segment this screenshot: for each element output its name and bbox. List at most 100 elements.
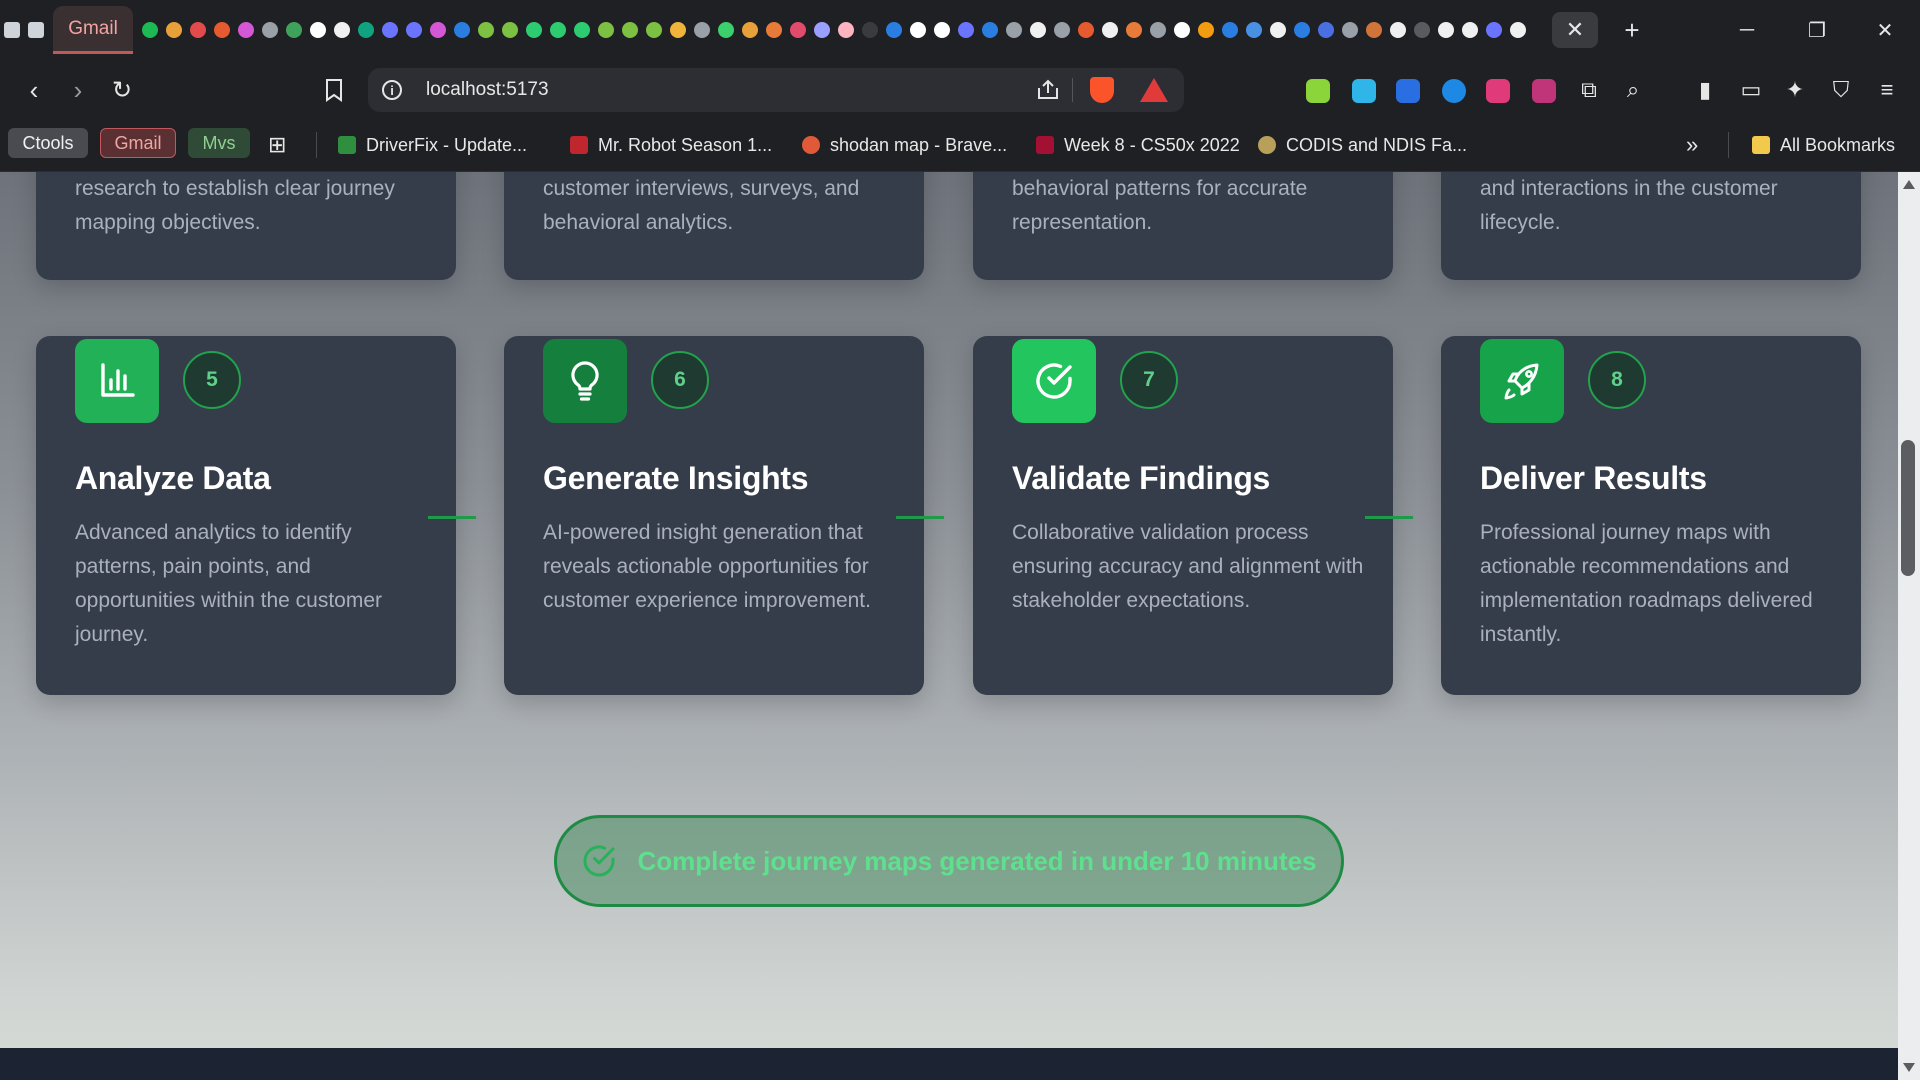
vertical-scrollbar[interactable] <box>1898 172 1920 1080</box>
tab-favicon[interactable] <box>694 22 710 38</box>
extension-ublock-icon[interactable] <box>1532 79 1556 103</box>
tab-favicon[interactable] <box>406 22 422 38</box>
tab-favicon[interactable] <box>1150 22 1166 38</box>
tab-favicon[interactable] <box>1294 22 1310 38</box>
tab-favicon[interactable] <box>1414 22 1430 38</box>
menu-icon[interactable]: ≡ <box>1872 76 1902 104</box>
bookmark-cs50[interactable]: Week 8 - CS50x 2022 <box>1036 132 1240 158</box>
tab-favicon[interactable] <box>814 22 830 38</box>
bookmark-mr-robot[interactable]: Mr. Robot Season 1... <box>570 132 772 158</box>
tab-favicon[interactable] <box>886 22 902 38</box>
page-search-icon[interactable]: ⌕ <box>1618 76 1648 104</box>
tab-favicon[interactable] <box>526 22 542 38</box>
tab-favicon[interactable] <box>1030 22 1046 38</box>
leo-ai-icon[interactable]: ✦ <box>1780 76 1810 104</box>
close-tab-icon[interactable]: ✕ <box>1552 12 1598 48</box>
tab-favicon[interactable] <box>550 22 566 38</box>
sidebar-toggle-icon[interactable]: ▮ <box>1690 76 1720 104</box>
spotify-tab-icon[interactable] <box>142 22 158 38</box>
tab-favicon[interactable] <box>358 22 374 38</box>
tab-favicon[interactable] <box>862 22 878 38</box>
brave-rewards-icon[interactable] <box>1140 78 1168 102</box>
scroll-up-icon[interactable] <box>1903 180 1915 189</box>
scrollbar-thumb[interactable] <box>1901 440 1915 576</box>
tab-favicon[interactable] <box>982 22 998 38</box>
forward-icon[interactable]: › <box>60 74 96 106</box>
bookmark-ctools[interactable]: Ctools <box>8 128 88 158</box>
tab-favicon[interactable] <box>382 22 398 38</box>
restore-icon[interactable]: ❐ <box>1794 12 1840 48</box>
tab-favicon[interactable] <box>502 22 518 38</box>
tab-favicon[interactable] <box>1174 22 1190 38</box>
tab-favicon[interactable] <box>1366 22 1382 38</box>
tab-favicon[interactable] <box>1078 22 1094 38</box>
address-bar[interactable]: i localhost:5173 <box>368 68 1184 112</box>
tab-favicon[interactable] <box>1126 22 1142 38</box>
window-close-icon[interactable]: ✕ <box>1862 12 1908 48</box>
bookmark-driverfix[interactable]: DriverFix - Update... <box>338 132 527 158</box>
tab-favicon[interactable] <box>1006 22 1022 38</box>
tab-favicon[interactable] <box>574 22 590 38</box>
minimize-icon[interactable]: ─ <box>1724 12 1770 48</box>
extension-figma-icon[interactable] <box>1486 79 1510 103</box>
tab-favicon[interactable] <box>1390 22 1406 38</box>
tab-favicon[interactable] <box>1486 22 1502 38</box>
tab-favicon[interactable] <box>934 22 950 38</box>
all-bookmarks[interactable]: All Bookmarks <box>1752 132 1895 158</box>
tab-favicon[interactable] <box>790 22 806 38</box>
tab-favicon[interactable] <box>910 22 926 38</box>
tab-favicon[interactable] <box>1102 22 1118 38</box>
reload-icon[interactable]: ↻ <box>104 74 140 106</box>
tab-favicon[interactable] <box>430 22 446 38</box>
tab-favicon[interactable] <box>718 22 734 38</box>
bookmark-shodan[interactable]: shodan map - Brave... <box>802 132 1007 158</box>
brave-shields-icon[interactable] <box>1090 77 1114 103</box>
tab-favicon[interactable] <box>742 22 758 38</box>
extensions-puzzle-icon[interactable]: ⧉ <box>1574 76 1604 104</box>
tab-favicon[interactable] <box>1054 22 1070 38</box>
tab-favicon[interactable] <box>478 22 494 38</box>
extension-dp-icon[interactable] <box>1352 79 1376 103</box>
share-icon[interactable] <box>1036 78 1060 106</box>
tab-favicon[interactable] <box>838 22 854 38</box>
scroll-down-icon[interactable] <box>1903 1063 1915 1072</box>
tab-favicon[interactable] <box>670 22 686 38</box>
tab-gmail-active[interactable]: Gmail <box>53 6 133 54</box>
tab-favicon[interactable] <box>1318 22 1334 38</box>
url-text[interactable]: localhost:5173 <box>426 79 549 101</box>
back-icon[interactable]: ‹ <box>16 74 52 106</box>
wallet-icon[interactable]: ▭ <box>1736 76 1766 104</box>
tab-favicon[interactable] <box>1222 22 1238 38</box>
tab-favicon[interactable] <box>286 22 302 38</box>
tab-favicon[interactable] <box>310 22 326 38</box>
tab-favicon[interactable] <box>214 22 230 38</box>
tab-favicon[interactable] <box>262 22 278 38</box>
bookmark-mvs[interactable]: Mvs <box>188 128 250 158</box>
tab-favicon[interactable] <box>958 22 974 38</box>
bookmark-gmail[interactable]: Gmail <box>100 128 176 158</box>
github-tab-icon[interactable] <box>334 22 350 38</box>
tab-favicon[interactable] <box>1438 22 1454 38</box>
tab-favicon[interactable] <box>4 22 20 38</box>
bookmark-codis[interactable]: CODIS and NDIS Fa... <box>1258 132 1467 158</box>
tab-favicon[interactable] <box>598 22 614 38</box>
vpn-shield-icon[interactable]: ⛉ <box>1826 76 1856 104</box>
tab-favicon[interactable] <box>166 22 182 38</box>
tab-favicon[interactable] <box>190 22 206 38</box>
tab-favicon[interactable] <box>238 22 254 38</box>
new-tab-button[interactable]: + <box>1614 12 1650 48</box>
apps-grid-icon[interactable]: ⊞ <box>268 132 286 158</box>
tab-favicon[interactable] <box>1198 22 1214 38</box>
extension-rewind-icon[interactable] <box>1396 79 1420 103</box>
tab-favicon[interactable] <box>1342 22 1358 38</box>
tab-favicon[interactable] <box>1510 22 1526 38</box>
tab-favicon[interactable] <box>454 22 470 38</box>
more-bookmarks-icon[interactable]: » <box>1686 132 1698 158</box>
tab-favicon[interactable] <box>28 22 44 38</box>
bookmark-page-icon[interactable] <box>316 74 352 106</box>
tab-favicon[interactable] <box>622 22 638 38</box>
site-info-icon[interactable]: i <box>382 80 402 100</box>
tab-favicon[interactable] <box>1246 22 1262 38</box>
tab-favicon[interactable] <box>1462 22 1478 38</box>
tab-favicon[interactable] <box>766 22 782 38</box>
